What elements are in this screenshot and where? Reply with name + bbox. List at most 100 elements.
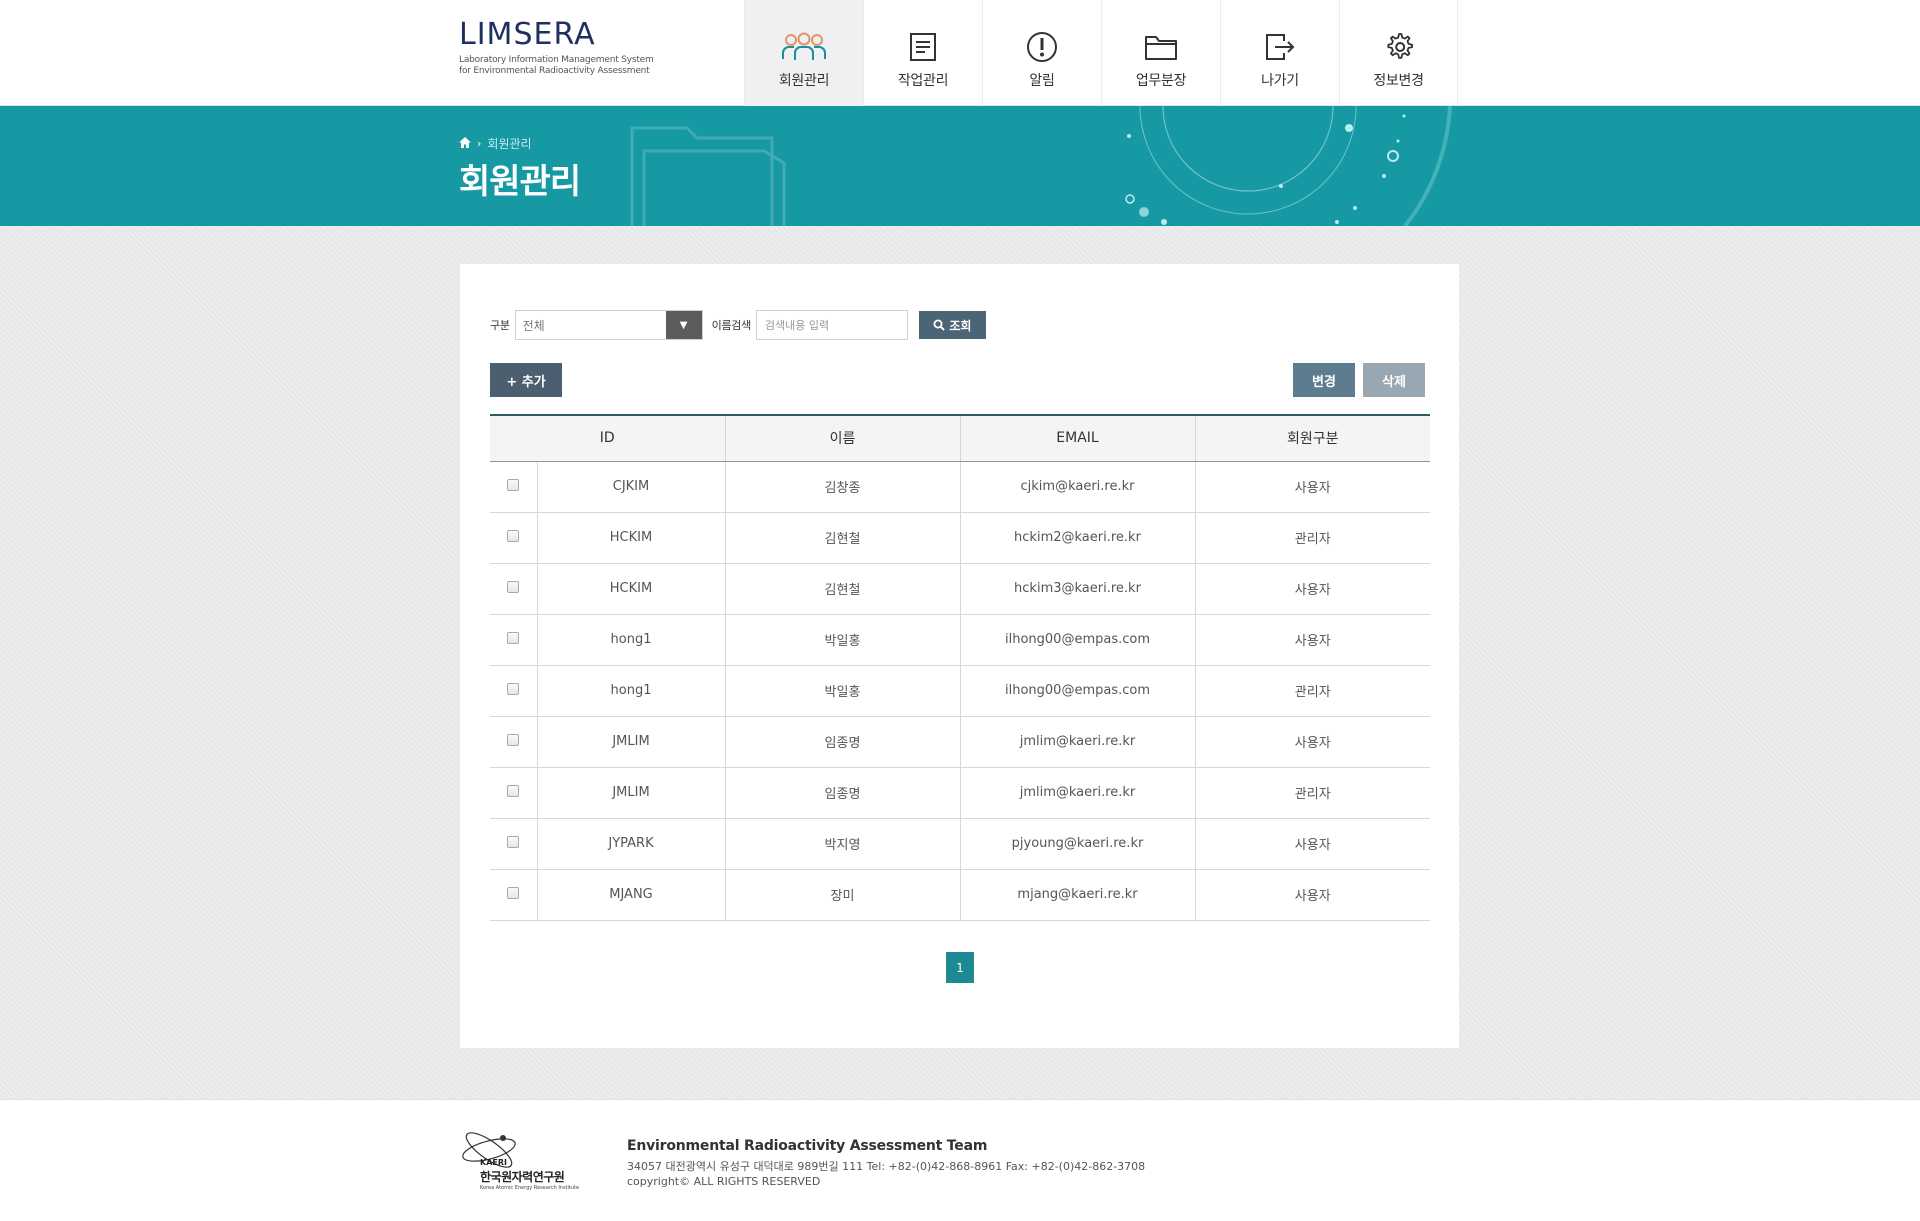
nav-logout[interactable]: 나가기 [1220, 0, 1339, 106]
table-row[interactable]: JYPARK 박지영 pjyoung@kaeri.re.kr 사용자 [490, 818, 1430, 870]
cell-email: pjyoung@kaeri.re.kr [959, 818, 1195, 870]
cell-id: JYPARK [536, 818, 725, 870]
cell-member-type: 사용자 [1194, 614, 1430, 666]
nav-task-management[interactable]: 작업관리 [863, 0, 982, 106]
logo-title: LIMSERA [459, 17, 596, 52]
cell-name: 박일홍 [724, 665, 960, 717]
cell-member-type: 관리자 [1194, 665, 1430, 717]
cell-email: hckim3@kaeri.re.kr [959, 563, 1195, 615]
search-icon [933, 319, 946, 331]
row-checkbox[interactable] [507, 580, 520, 593]
cell-member-type: 사용자 [1194, 818, 1430, 870]
users-icon [781, 30, 827, 64]
member-panel: 구분 전체 ▼ 이름검색 조회 + 추가 변경 삭제 ID 이름 [460, 264, 1459, 1048]
nav-member-management[interactable]: 회원관리 [744, 0, 863, 106]
nav-label: 업무분장 [1135, 73, 1187, 89]
gear-icon [1383, 30, 1415, 64]
column-header-name: 이름 [724, 414, 960, 462]
row-checkbox-cell [490, 818, 537, 870]
row-checkbox-cell [490, 665, 537, 717]
cell-name: 박일홍 [724, 614, 960, 666]
nav-work-assignment[interactable]: 업무분장 [1101, 0, 1220, 106]
cell-name: 임종명 [724, 767, 960, 819]
footer: KAERI 한국원자력연구원 Korea Atomic Energy Resea… [0, 1099, 1920, 1221]
edit-member-button[interactable]: 변경 [1293, 363, 1355, 397]
row-checkbox-cell [490, 716, 537, 768]
footer-info: Environmental Radioactivity Assessment T… [627, 1138, 1145, 1188]
table-row[interactable]: HCKIM 김현철 hckim3@kaeri.re.kr 사용자 [490, 563, 1430, 615]
row-checkbox[interactable] [507, 478, 520, 491]
table-row[interactable]: MJANG 장미 mjang@kaeri.re.kr 사용자 [490, 869, 1430, 921]
column-header-email: EMAIL [959, 414, 1195, 462]
limsera-logo[interactable]: LIMSERA Laboratory Information Managemen… [459, 18, 689, 77]
cell-name: 김창종 [724, 461, 960, 513]
kaeri-abbr: KAERI [480, 1158, 507, 1167]
row-checkbox[interactable] [507, 835, 520, 848]
footer-team-name: Environmental Radioactivity Assessment T… [627, 1138, 988, 1154]
search-button-label: 조회 [949, 318, 972, 333]
table-row[interactable]: hong1 박일홍 ilhong00@empas.com 사용자 [490, 614, 1430, 666]
search-button[interactable]: 조회 [918, 311, 986, 339]
cell-id: hong1 [536, 614, 725, 666]
cell-id: HCKIM [536, 563, 725, 615]
search-form: 구분 전체 ▼ 이름검색 조회 [490, 310, 986, 340]
logo-subtitle-1: Laboratory Information Management System [459, 55, 654, 65]
row-checkbox-cell [490, 767, 537, 819]
row-checkbox[interactable] [507, 682, 520, 695]
table-row[interactable]: hong1 박일홍 ilhong00@empas.com 관리자 [490, 665, 1430, 717]
cell-member-type: 관리자 [1194, 767, 1430, 819]
cell-id: HCKIM [536, 512, 725, 564]
add-member-button[interactable]: + 추가 [490, 363, 562, 397]
row-checkbox-cell [490, 512, 537, 564]
pagination-page-current[interactable]: 1 [946, 952, 974, 983]
nav-notification[interactable]: 알림 [982, 0, 1101, 106]
cell-id: JMLIM [536, 716, 725, 768]
member-table: ID 이름 EMAIL 회원구분 CJKIM 김창종 cjkim@kaeri.r… [490, 414, 1430, 921]
nav-label: 작업관리 [897, 73, 949, 89]
page-banner: › 회원관리 회원관리 [0, 106, 1920, 226]
category-select[interactable]: 전체 ▼ [514, 310, 703, 340]
column-header-member-type: 회원구분 [1194, 414, 1430, 462]
row-checkbox-cell [490, 614, 537, 666]
name-search-input[interactable] [755, 310, 908, 340]
cell-email: ilhong00@empas.com [959, 614, 1195, 666]
row-checkbox-cell [490, 461, 537, 513]
banner-decoration [630, 106, 1452, 226]
cell-member-type: 사용자 [1194, 461, 1430, 513]
cell-email: hckim2@kaeri.re.kr [959, 512, 1195, 564]
chevron-right-icon: › [477, 137, 482, 150]
cell-email: jmlim@kaeri.re.kr [959, 716, 1195, 768]
breadcrumb-current[interactable]: 회원관리 [487, 135, 531, 152]
nav-info-change[interactable]: 정보변경 [1339, 0, 1458, 106]
row-checkbox[interactable] [507, 529, 520, 542]
row-checkbox-cell [490, 563, 537, 615]
dropdown-arrow-icon[interactable]: ▼ [665, 311, 702, 339]
cell-email: ilhong00@empas.com [959, 665, 1195, 717]
row-checkbox[interactable] [507, 631, 520, 644]
cell-email: cjkim@kaeri.re.kr [959, 461, 1195, 513]
cell-member-type: 관리자 [1194, 512, 1430, 564]
row-checkbox-cell [490, 869, 537, 921]
header: LIMSERA Laboratory Information Managemen… [0, 0, 1920, 106]
cell-name: 김현철 [724, 563, 960, 615]
row-checkbox[interactable] [507, 733, 520, 746]
name-search-label: 이름검색 [711, 319, 752, 332]
nav-label: 알림 [1029, 73, 1055, 89]
cell-name: 임종명 [724, 716, 960, 768]
category-label: 구분 [490, 319, 510, 332]
home-icon[interactable] [459, 136, 471, 151]
table-header-row: ID 이름 EMAIL 회원구분 [490, 414, 1430, 462]
cell-email: jmlim@kaeri.re.kr [959, 767, 1195, 819]
category-select-value: 전체 [522, 319, 545, 333]
table-row[interactable]: CJKIM 김창종 cjkim@kaeri.re.kr 사용자 [490, 461, 1430, 513]
row-checkbox[interactable] [507, 784, 520, 797]
delete-member-button[interactable]: 삭제 [1363, 363, 1425, 397]
footer-address: 34057 대전광역시 유성구 대덕대로 989번길 111 Tel: +82-… [627, 1160, 1146, 1173]
table-row[interactable]: HCKIM 김현철 hckim2@kaeri.re.kr 관리자 [490, 512, 1430, 564]
table-row[interactable]: JMLIM 임종명 jmlim@kaeri.re.kr 사용자 [490, 716, 1430, 768]
table-row[interactable]: JMLIM 임종명 jmlim@kaeri.re.kr 관리자 [490, 767, 1430, 819]
logo-subtitle-2: for Environmental Radioactivity Assessme… [459, 66, 650, 76]
row-checkbox[interactable] [507, 886, 520, 899]
cell-id: MJANG [536, 869, 725, 921]
cell-member-type: 사용자 [1194, 869, 1430, 921]
